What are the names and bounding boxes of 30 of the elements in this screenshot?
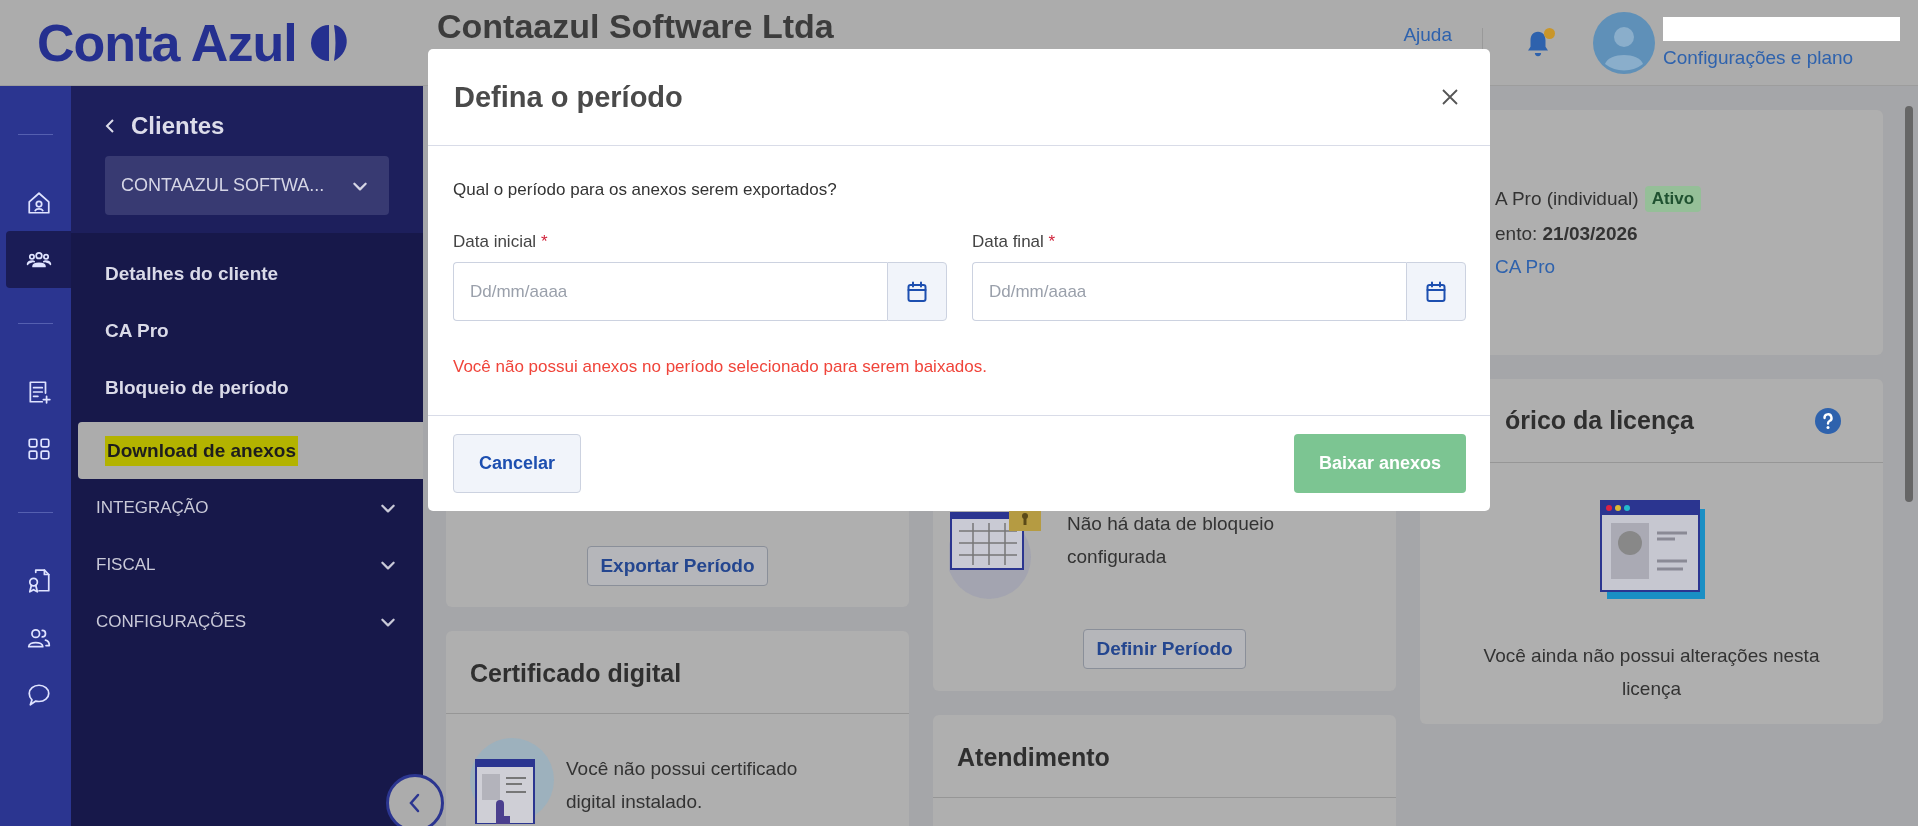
dialog-question: Qual o período para os anexos serem exportados?	[453, 180, 838, 200]
sidebar-item[interactable]: Download de anexos	[78, 422, 423, 479]
card-title: Atendimento	[933, 715, 1396, 798]
status-badge: Ativo	[1644, 186, 1702, 212]
company-title: Contaazul Software Ltda	[437, 7, 834, 46]
sidebar-item[interactable]: Detalhes do cliente	[78, 251, 423, 297]
error-message: Você não possui anexos no período selecionado para serem baixados.	[453, 357, 988, 377]
dialog-title: Defina o período	[454, 80, 683, 114]
logo-text: Conta Azul	[37, 12, 297, 73]
card-title: Certificado digital	[446, 631, 909, 714]
plan-name: A Pro (individual)	[1495, 188, 1639, 210]
date-input[interactable]: Dd/mm/aaaa	[972, 262, 1406, 321]
define-period-button[interactable]: Definir Período	[1083, 629, 1246, 669]
date-input[interactable]: Dd/mm/aaaa	[453, 262, 887, 321]
client-select[interactable]: CONTAAZUL SOFTWA...	[105, 156, 389, 215]
sidebar-item[interactable]: CA Pro	[78, 308, 423, 354]
due-date-text: ento: 21/03/2026	[1495, 223, 1639, 245]
export-period-button[interactable]: Exportar Período	[587, 546, 768, 586]
back-link[interactable]: Clientes	[91, 112, 225, 140]
license-message: Você ainda não possui alterações nesta licença	[1482, 644, 1821, 701]
cancel-button[interactable]: Cancelar	[453, 434, 582, 493]
certificate-message: Você não possui certificado digital instalado.	[566, 757, 799, 814]
sidebar-item[interactable]: Bloqueio de período	[78, 365, 423, 411]
sidebar-section[interactable]: CONFIGURAÇÕES	[71, 593, 423, 650]
card-title: órico da licença	[1505, 406, 1694, 435]
field-label: Data final *	[972, 232, 1057, 252]
sidebar-section[interactable]: FISCAL	[71, 536, 423, 593]
sidebar-section[interactable]: INTEGRAÇÃO	[71, 479, 423, 536]
field-label: Data inicial *	[453, 232, 549, 252]
lock-message: Não há data de bloqueio configurada	[1067, 512, 1276, 569]
